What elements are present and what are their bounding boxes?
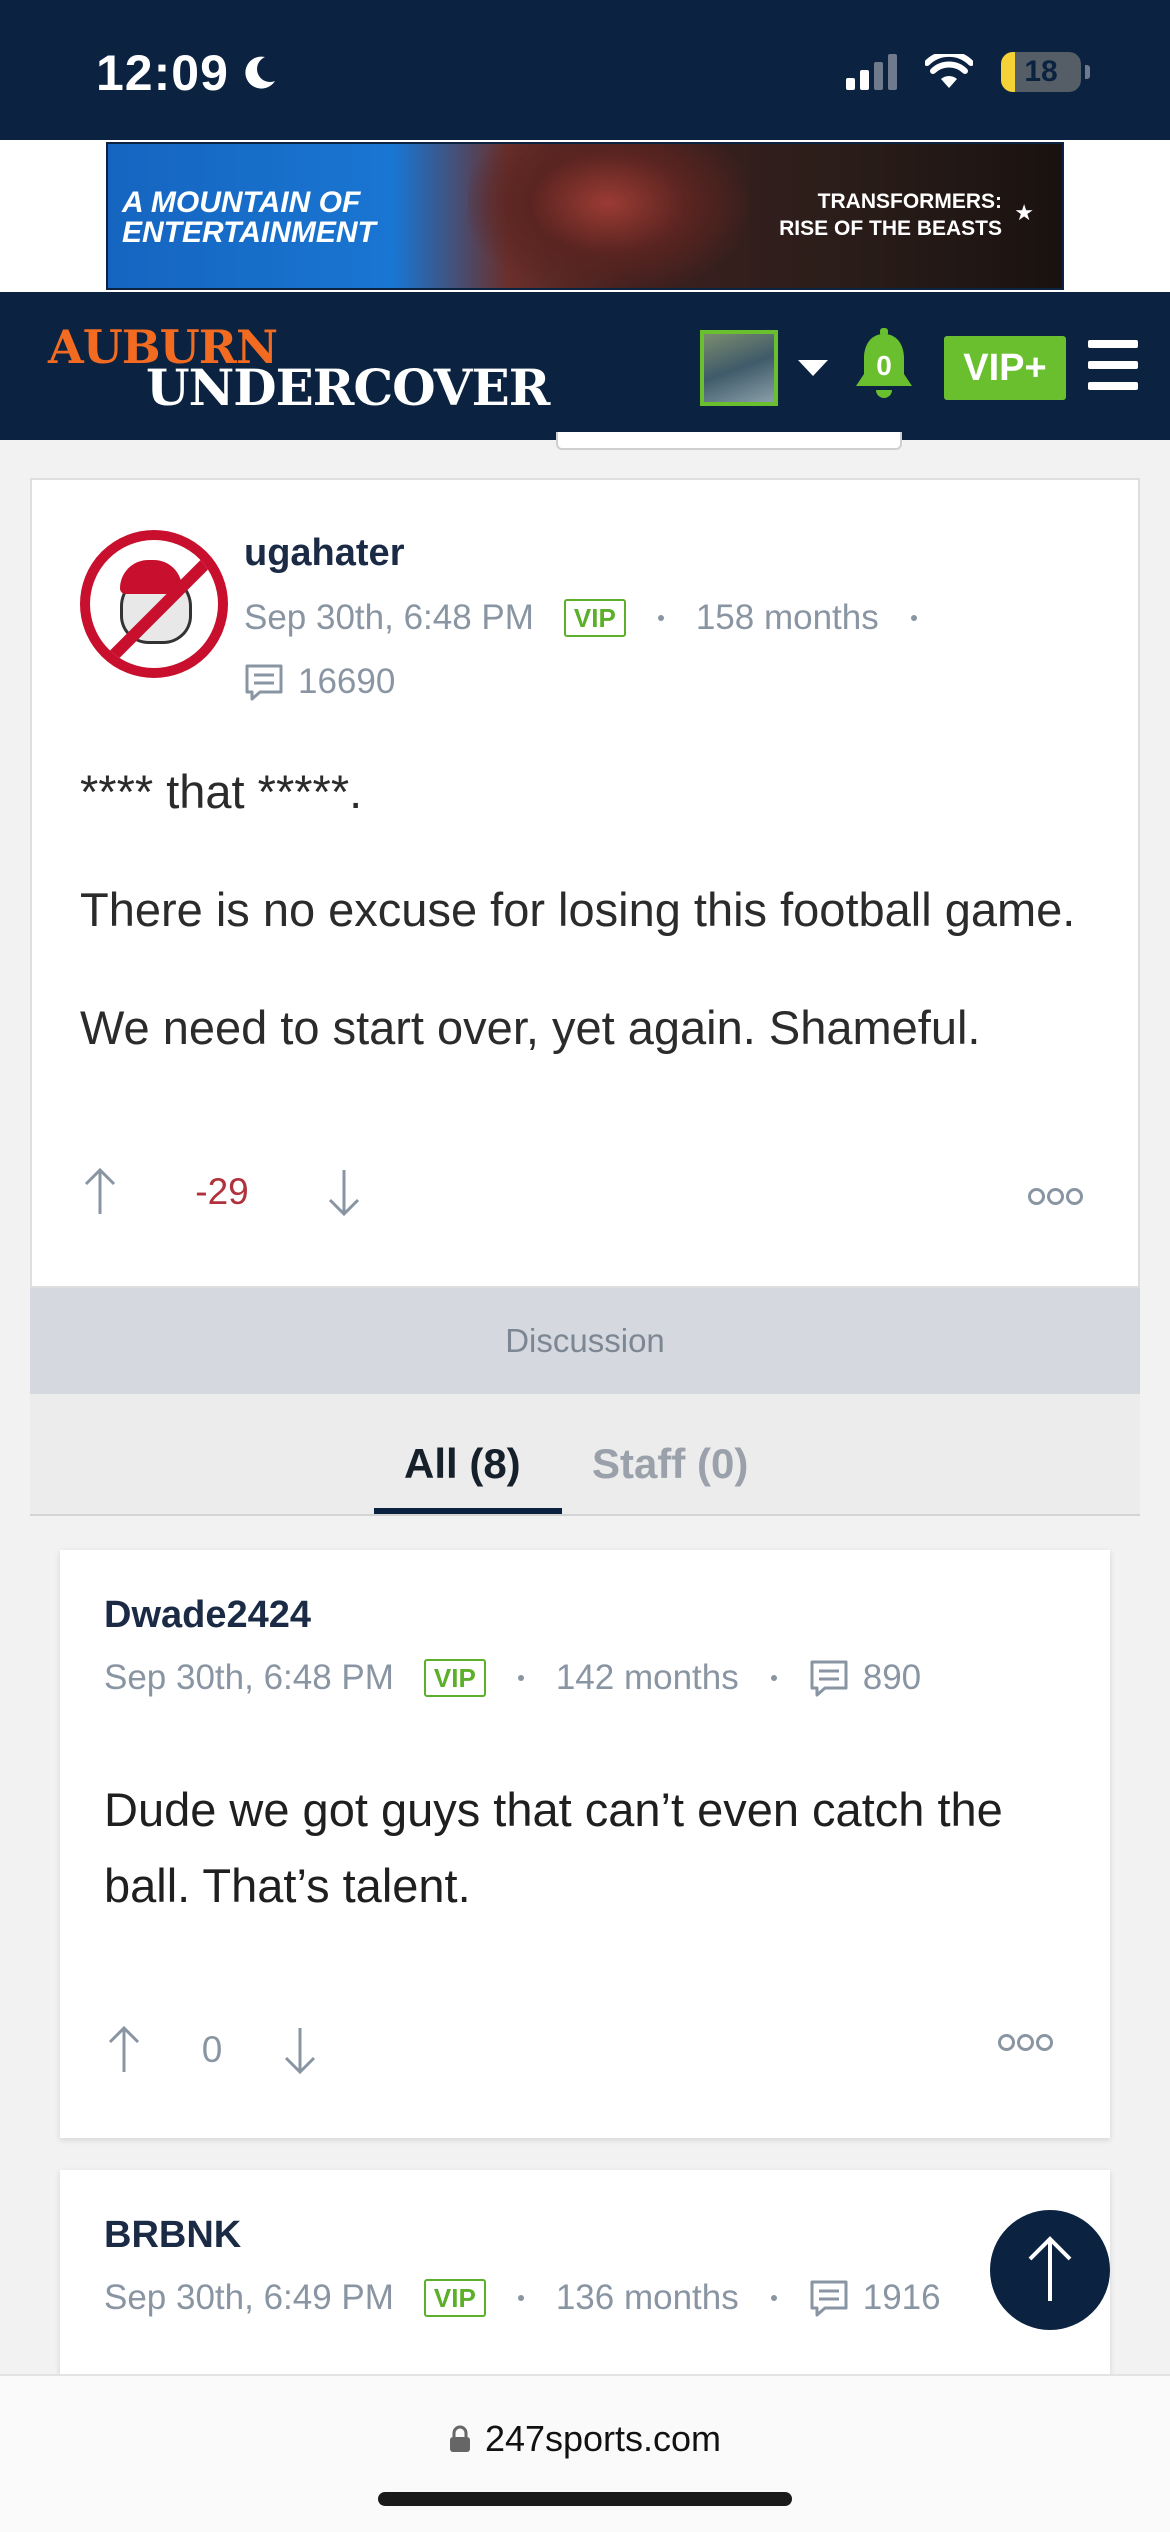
ad-banner[interactable]: A MOUNTAIN OF ENTERTAINMENT TRANSFORMERS… [106, 142, 1064, 290]
comment-icon [810, 2280, 848, 2317]
comment-vote-score: 0 [201, 2029, 223, 2070]
star-icon: ★ [1014, 200, 1034, 225]
post-timestamp: Sep 30th, 6:48 PM [244, 598, 534, 637]
ad-title-line2: RISE OF THE BEASTS [779, 217, 1002, 240]
ad-movie-title: TRANSFORMERS: RISE OF THE BEASTS [779, 188, 1002, 242]
comment-vote-controls: 0 [104, 2024, 320, 2076]
discussion-tabs: All (8) Staff (0) [30, 1394, 1140, 1516]
more-options-icon[interactable] [1028, 1188, 1083, 1205]
status-time-group: 12:09 [96, 44, 279, 102]
browser-address-bar[interactable]: 247sports.com [0, 2374, 1170, 2532]
site-header: AUBURN UNDERCOVER 0 VIP+ [0, 292, 1170, 440]
active-tab-indicator [374, 1508, 562, 1514]
downvote-arrow-icon[interactable] [324, 1166, 364, 1218]
ad-container: A MOUNTAIN OF ENTERTAINMENT TRANSFORMERS… [0, 140, 1170, 292]
url-text: 247sports.com [484, 2418, 722, 2459]
separator-dot [657, 615, 664, 621]
scroll-to-top-button[interactable] [990, 2210, 1110, 2330]
home-indicator[interactable] [378, 2492, 792, 2506]
vip-badge: VIP [423, 1659, 486, 1697]
original-post: ugahater Sep 30th, 6:48 PM VIP 158 month… [30, 478, 1140, 1288]
post-author-tenure: 158 months [695, 598, 879, 637]
ad-robot-image [468, 144, 748, 288]
user-avatar[interactable] [700, 330, 778, 406]
post-count-group: 16690 [244, 662, 395, 702]
discussion-header: Discussion [30, 1288, 1140, 1394]
comment-author-post-count: 890 [862, 1658, 922, 1697]
downvote-arrow-icon[interactable] [280, 2024, 320, 2076]
post-author-post-count: 16690 [298, 662, 396, 701]
notification-count: 0 [876, 350, 892, 381]
separator-dot [517, 2295, 524, 2301]
separator-dot [517, 1675, 524, 1681]
comment-meta: Sep 30th, 6:49 PM VIP 136 months 1916 [104, 2278, 941, 2318]
post-body-line: There is no excuse for losing this footb… [80, 883, 1076, 936]
comment-meta: Sep 30th, 6:48 PM VIP 142 months 890 [104, 1658, 921, 1698]
upvote-arrow-icon[interactable] [80, 1166, 120, 1218]
tab-staff[interactable]: Staff (0) [592, 1440, 748, 1488]
more-options-icon[interactable] [998, 2034, 1053, 2051]
post-author-avatar[interactable] [80, 530, 228, 678]
battery-tip [1085, 65, 1090, 79]
comment-timestamp: Sep 30th, 6:49 PM [104, 2278, 394, 2317]
post-meta: Sep 30th, 6:48 PM VIP 158 months [244, 598, 949, 638]
hamburger-menu-icon[interactable] [1088, 340, 1138, 390]
signal-icon [846, 54, 897, 90]
status-bar: 12:09 18 [0, 0, 1170, 140]
site-logo-undercover[interactable]: UNDERCOVER [146, 358, 550, 417]
moon-icon [245, 56, 275, 89]
separator-dot [770, 1675, 777, 1681]
vip-badge: VIP [563, 599, 626, 637]
ad-tagline: A MOUNTAIN OF ENTERTAINMENT [122, 186, 376, 249]
post-body-line: **** that *****. [80, 765, 363, 818]
post-body-line: We need to start over, yet again. Shamef… [80, 1001, 981, 1054]
vip-badge: VIP [423, 2279, 486, 2317]
ad-title-line1: TRANSFORMERS: [817, 190, 1002, 213]
separator-dot [910, 615, 917, 621]
comment-author-name[interactable]: BRBNK [104, 2214, 241, 2257]
comment-card: Dwade2424 Sep 30th, 6:48 PM VIP 142 mont… [60, 1550, 1110, 2138]
tab-all[interactable]: All (8) [404, 1440, 521, 1488]
partial-tab-edge [556, 432, 902, 450]
post-author-name[interactable]: ugahater [244, 532, 404, 575]
comment-icon [810, 1660, 848, 1697]
comment-icon [245, 664, 283, 701]
caret-down-icon[interactable] [798, 360, 828, 376]
wifi-icon [925, 54, 973, 88]
status-indicators: 18 [846, 52, 1090, 92]
comment-timestamp: Sep 30th, 6:48 PM [104, 1658, 394, 1697]
url-field[interactable]: 247sports.com [0, 2418, 1170, 2460]
post-body: **** that *****. There is no excuse for … [80, 762, 1110, 1116]
upvote-arrow-icon[interactable] [104, 2024, 144, 2076]
arrow-up-icon [1028, 2236, 1072, 2301]
battery-icon: 18 [1001, 52, 1081, 92]
battery-level: 18 [1024, 55, 1058, 88]
post-vote-score: -29 [195, 1171, 249, 1212]
separator-dot [770, 2295, 777, 2301]
comment-author-tenure: 142 months [555, 1658, 739, 1697]
lock-icon [449, 2425, 470, 2452]
post-vote-controls: -29 [80, 1166, 364, 1218]
vip-plus-button[interactable]: VIP+ [944, 336, 1066, 400]
comment-author-tenure: 136 months [555, 2278, 739, 2317]
comment-body: Dude we got guys that can’t even catch t… [104, 1783, 1003, 1912]
status-time: 12:09 [96, 45, 229, 101]
comment-author-post-count: 1916 [862, 2278, 941, 2317]
comment-author-name[interactable]: Dwade2424 [104, 1594, 311, 1637]
